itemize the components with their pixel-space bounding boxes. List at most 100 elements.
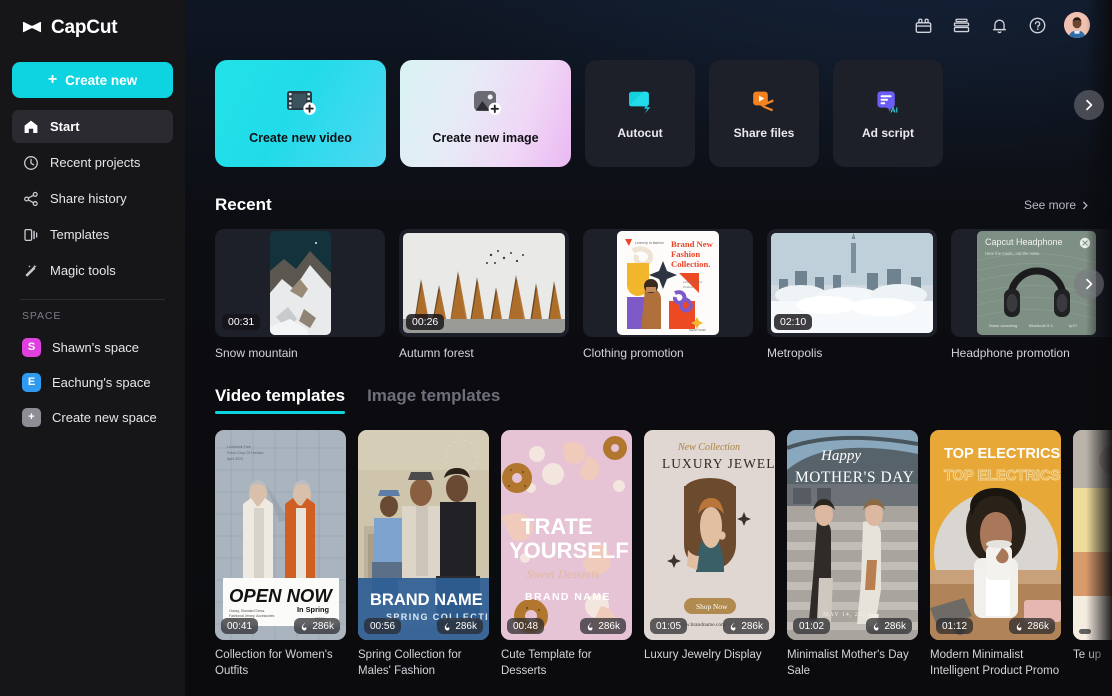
space-label: Eachung's space [52, 375, 151, 390]
sidebar: CapCut + Create new Start Recent project… [0, 0, 185, 696]
help-circle-icon[interactable] [1026, 14, 1048, 36]
template-badges [1073, 629, 1112, 634]
templates-next-button[interactable] [1074, 90, 1104, 120]
create-new-video-card[interactable]: Create new video [215, 60, 386, 167]
space-section-label: SPACE [12, 310, 173, 322]
likes-badge: 286k [723, 618, 769, 634]
recent-card-autumn-forest[interactable]: 00:26 Autumn forest [399, 229, 569, 360]
template-card-top-electrics[interactable]: TOP ELECTRICS TOP ELECTRICS [930, 430, 1061, 679]
plus-icon: + [22, 408, 41, 427]
template-card-desserts[interactable]: TRATE YOURSELF Sweet Desserts BRAND NAME… [501, 430, 632, 679]
flame-icon [1015, 622, 1024, 631]
templates-tabs: Video templates Image templates [215, 386, 1112, 414]
svg-text:Lookbook Free: Lookbook Free [227, 445, 251, 449]
sidebar-label-templates: Templates [50, 227, 109, 242]
sidebar-item-shawns-space[interactable]: S Shawn's space [12, 331, 173, 363]
template-card-title: Te up [1073, 648, 1112, 664]
ad-script-label: Ad script [862, 126, 914, 140]
duration-badge [1079, 629, 1091, 634]
create-new-label: Create new [65, 73, 137, 88]
share-files-label: Share files [734, 126, 795, 140]
svg-text:Product: Product [683, 285, 694, 289]
recent-card-metropolis[interactable]: 02:10 Metropolis [767, 229, 937, 360]
svg-text:TRATE: TRATE [521, 514, 593, 539]
svg-text:New Collection: New Collection [677, 442, 740, 453]
chevron-right-icon [1083, 99, 1095, 111]
template-card-luxury-jewelry[interactable]: New Collection LUXURY JEWELRY [644, 430, 775, 679]
svg-text:Fashion: Fashion [671, 249, 700, 259]
capcut-app: CapCut + Create new Start Recent project… [0, 0, 1112, 696]
user-avatar[interactable] [1064, 12, 1090, 38]
template-card-males-fashion[interactable]: BRAND NAME SPRING COLLECTION 00:56 286k … [358, 430, 489, 679]
templates-icon [22, 226, 39, 243]
create-new-image-label: Create new image [432, 131, 538, 145]
recent-card-clothing-promotion[interactable]: Lorem ip in fashion Brand New Fashion Co… [583, 229, 753, 360]
svg-text:YOURSELF: YOURSELF [509, 538, 629, 563]
space-badge: S [22, 338, 41, 357]
bell-icon[interactable] [988, 14, 1010, 36]
tab-video-templates[interactable]: Video templates [215, 386, 345, 414]
template-card-partial[interactable]: Te up [1073, 430, 1112, 679]
flame-icon [872, 622, 881, 631]
svg-text:IpX7: IpX7 [1069, 323, 1078, 328]
svg-text:Lorem content: Lorem content [683, 280, 702, 284]
sidebar-item-recent-projects[interactable]: Recent projects [12, 146, 173, 179]
recent-card-snow-mountain[interactable]: 00:31 Snow mountain [215, 229, 385, 360]
tab-image-templates[interactable]: Image templates [367, 386, 500, 414]
likes-badge: 286k [437, 618, 483, 634]
sidebar-item-create-new-space[interactable]: + Create new space [12, 401, 173, 433]
template-card-title: Luxury Jewelry Display [644, 648, 775, 664]
likes-count: 286k [741, 621, 763, 632]
svg-text:Bluetooth 5.3: Bluetooth 5.3 [1029, 323, 1053, 328]
quick-actions: Create new video Create new image [215, 60, 1112, 167]
svg-text:Brand New: Brand New [671, 239, 714, 249]
recent-next-button[interactable] [1074, 269, 1104, 299]
recent-thumbnail: 00:26 [399, 229, 569, 337]
ad-script-ai-icon: AI [873, 87, 903, 117]
sidebar-item-start[interactable]: Start [12, 110, 173, 143]
template-thumbnail: TOP ELECTRICS TOP ELECTRICS [930, 430, 1061, 640]
duration-badge: 02:10 [774, 314, 812, 330]
template-thumbnail: New Collection LUXURY JEWELRY [644, 430, 775, 640]
svg-text:April 2023: April 2023 [227, 457, 243, 461]
sidebar-item-share-history[interactable]: Share history [12, 182, 173, 215]
create-new-button[interactable]: + Create new [12, 62, 173, 98]
autocut-card[interactable]: Autocut [585, 60, 695, 167]
duration-badge: 00:41 [221, 618, 258, 634]
likes-badge: 286k [1009, 618, 1055, 634]
gift-icon[interactable] [912, 14, 934, 36]
space-label: Create new space [52, 410, 157, 425]
ad-script-card[interactable]: AI Ad script [833, 60, 943, 167]
svg-text:Hear the music, not the noise.: Hear the music, not the noise. [985, 251, 1041, 256]
pro-card-icon[interactable] [950, 14, 972, 36]
recent-section-header: Recent See more [215, 195, 1112, 215]
autocut-icon [625, 87, 655, 117]
svg-text:Shop Now: Shop Now [696, 602, 728, 611]
main-content: Create new video Create new image [185, 0, 1112, 696]
template-thumbnail: BRAND NAME SPRING COLLECTION 00:56 286k [358, 430, 489, 640]
template-card-mothers-day[interactable]: Happy MOTHER'S DAY MAY 14, 2023 01:02 28… [787, 430, 918, 679]
svg-text:LUXURY JEWELRY: LUXURY JEWELRY [662, 456, 775, 471]
brand[interactable]: CapCut [12, 0, 173, 56]
recent-card-title: Snow mountain [215, 346, 385, 360]
flame-icon [729, 622, 738, 631]
template-card-title: Modern Minimalist Intelligent Product Pr… [930, 648, 1061, 679]
autocut-label: Autocut [617, 126, 662, 140]
template-thumbnail [1073, 430, 1112, 640]
create-new-image-card[interactable]: Create new image [400, 60, 571, 167]
flame-icon [443, 622, 452, 631]
likes-count: 286k [312, 621, 334, 632]
svg-text:TOP ELECTRICS: TOP ELECTRICS [944, 468, 1060, 484]
sidebar-label-recent-projects: Recent projects [50, 155, 140, 170]
sidebar-item-magic-tools[interactable]: Magic tools [12, 254, 173, 287]
clock-icon [22, 154, 39, 171]
topbar [185, 0, 1112, 50]
recent-projects-row: 00:31 Snow mountain [215, 229, 1112, 360]
share-files-card[interactable]: Share files [709, 60, 819, 167]
sidebar-item-eachungs-space[interactable]: E Eachung's space [12, 366, 173, 398]
template-thumbnail: TRATE YOURSELF Sweet Desserts BRAND NAME… [501, 430, 632, 640]
recent-card-title: Headphone promotion [951, 346, 1112, 360]
sidebar-item-templates[interactable]: Templates [12, 218, 173, 251]
see-more-button[interactable]: See more [1024, 198, 1090, 212]
template-card-women-outfits[interactable]: Lookbook Free Fresh Drop Of Fashion Apri… [215, 430, 346, 679]
